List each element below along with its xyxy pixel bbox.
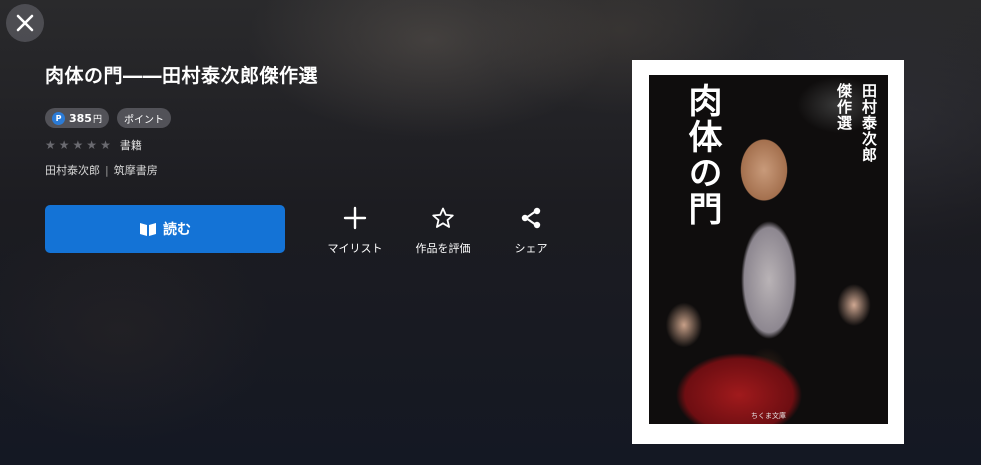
cover-subtitle-line: 田村泰次郎: [860, 83, 878, 163]
book-cover: 肉体 の門 田村泰次郎 傑作選 ちくま文庫: [632, 60, 904, 444]
author-link[interactable]: 田村泰次郎: [45, 162, 100, 178]
rate-button[interactable]: 作品を評価: [399, 204, 487, 256]
price-badge: P 385 円: [45, 108, 109, 128]
star-icon: ★: [100, 138, 111, 152]
cover-image: 肉体 の門 田村泰次郎 傑作選 ちくま文庫: [649, 75, 888, 424]
mylist-button[interactable]: マイリスト: [311, 204, 399, 256]
rate-label: 作品を評価: [415, 242, 471, 255]
share-button[interactable]: シェア: [487, 204, 575, 256]
point-icon: P: [52, 111, 65, 125]
book-meta: 田村泰次郎 | 筑摩書房: [45, 162, 158, 178]
cover-title: 肉体 の門: [659, 83, 745, 227]
badge-row: P 385 円 ポイント: [45, 108, 171, 128]
share-label: シェア: [514, 242, 548, 255]
meta-divider: |: [105, 163, 109, 177]
rating-row: ★ ★ ★ ★ ★ 書籍: [45, 137, 142, 153]
book-open-icon: [140, 223, 156, 236]
price-amount: 385: [69, 111, 92, 125]
price-unit: 円: [92, 114, 102, 125]
plus-icon: [343, 206, 367, 230]
cover-subtitle: 田村泰次郎 傑作選: [834, 83, 880, 163]
star-icon: ★: [58, 138, 70, 152]
action-bar: マイリスト 作品を評価 シェア: [311, 204, 575, 256]
star-icon: ★: [72, 138, 84, 152]
cover-title-line: の門: [682, 155, 722, 227]
book-title: 肉体の門――田村泰次郎傑作選: [45, 65, 319, 87]
share-icon: [521, 207, 541, 229]
star-icon: ★: [86, 138, 98, 152]
star-icon: ★: [45, 138, 56, 152]
close-icon: [16, 14, 34, 32]
cover-subtitle-line: 傑作選: [835, 83, 853, 131]
category-label: 書籍: [119, 139, 142, 152]
star-outline-icon: [432, 207, 454, 228]
read-button-label: 読む: [163, 222, 191, 238]
read-button[interactable]: 読む: [45, 205, 285, 253]
close-button[interactable]: [6, 4, 44, 42]
cover-title-line: 肉体: [682, 83, 722, 155]
publisher-link[interactable]: 筑摩書房: [114, 162, 158, 178]
point-badge: ポイント: [116, 108, 171, 128]
cover-publisher-label: ちくま文庫: [751, 412, 786, 420]
mylist-label: マイリスト: [327, 242, 383, 255]
